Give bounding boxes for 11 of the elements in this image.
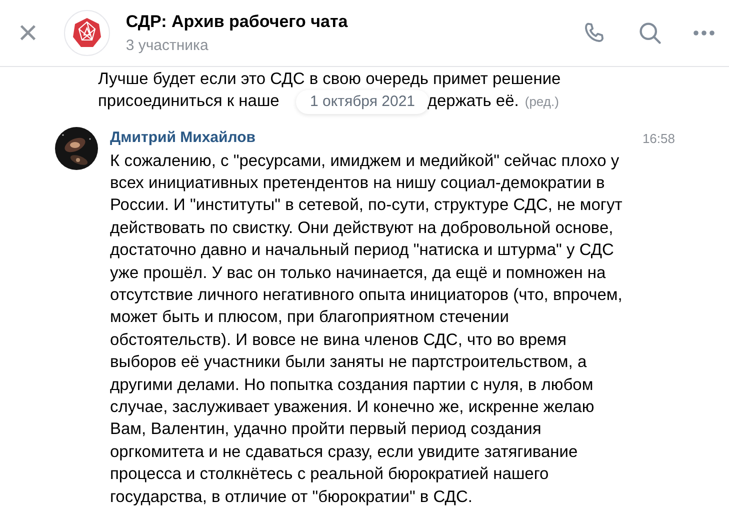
date-divider: 1 октября 2021: [296, 90, 429, 114]
chat-logo: [64, 10, 110, 56]
message-time: 16:58: [642, 130, 675, 148]
chat-title: СДР: Архив рабочего чата: [126, 11, 348, 33]
message-text: Лучше будет если это СДС в свою очередь примет решение: [98, 69, 562, 90]
message-text: К сожалению, с "ресурсами, имиджем и медийкой" сейчас плохо у всех инициативных претендентов на нишу социал-демократии в России. И "институты" в сетевой, по-сути, структуре СДС, не могут действовать по свистку. Они действуют на добровольной основе, достаточно давно и начальный период "натиска и штурма" у СДС уже прошёл. У вас он только начинается, да ещё и помножен на отсутствие личного негативного опыта инициаторов (что, впрочем, может быть и плюсом, при благоприятном стечении обстоятельств). И вовсе не вина членов СДС, что во время выборов её участники были заняты не партстроительством, а другими делами. Но попытка создания партии с нуля, в любом случае, заслуживает уважения. И конечно же, искренне желаю Вам, Валентин, удачно пройти первый период создания оргкомитета и не сдаваться сразу, если увидите затягивание процесса и столкнётесь с реальной бюрократией нашего государства, в отличие от "бюрократии" в СДС.: [110, 150, 624, 508]
message-text: присоединиться к наше: [98, 91, 280, 112]
message-text: держать её.: [427, 91, 519, 112]
edited-label: (ред.): [524, 93, 559, 111]
member-count: 3 участника: [126, 36, 210, 56]
author-name[interactable]: Дмитрий Михайлов: [110, 127, 256, 150]
